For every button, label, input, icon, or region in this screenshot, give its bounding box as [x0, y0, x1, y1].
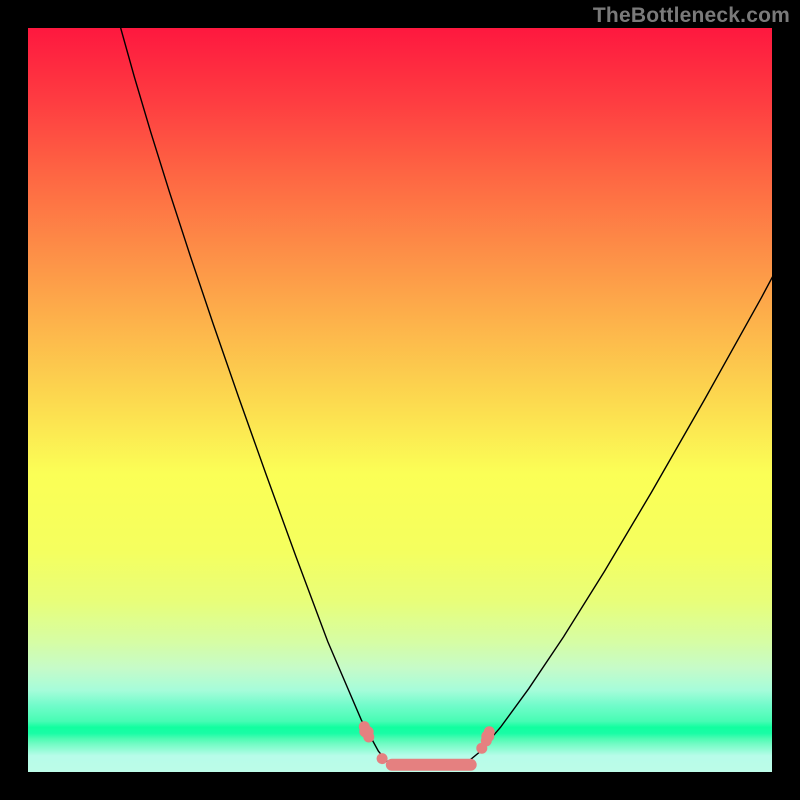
chart-frame: TheBottleneck.com: [0, 0, 800, 800]
watermark-text: TheBottleneck.com: [593, 4, 790, 28]
curve-group: [120, 28, 772, 766]
plot-area: [28, 28, 772, 772]
marker-group: [359, 721, 495, 771]
marker-blob: [359, 726, 373, 738]
bottleneck-curve-svg: [28, 28, 772, 772]
curve-right-branch: [464, 274, 772, 765]
curve-left-branch: [120, 28, 390, 765]
marker-dot: [377, 753, 388, 764]
marker-cluster: [386, 759, 477, 771]
marker-blob: [481, 730, 494, 742]
